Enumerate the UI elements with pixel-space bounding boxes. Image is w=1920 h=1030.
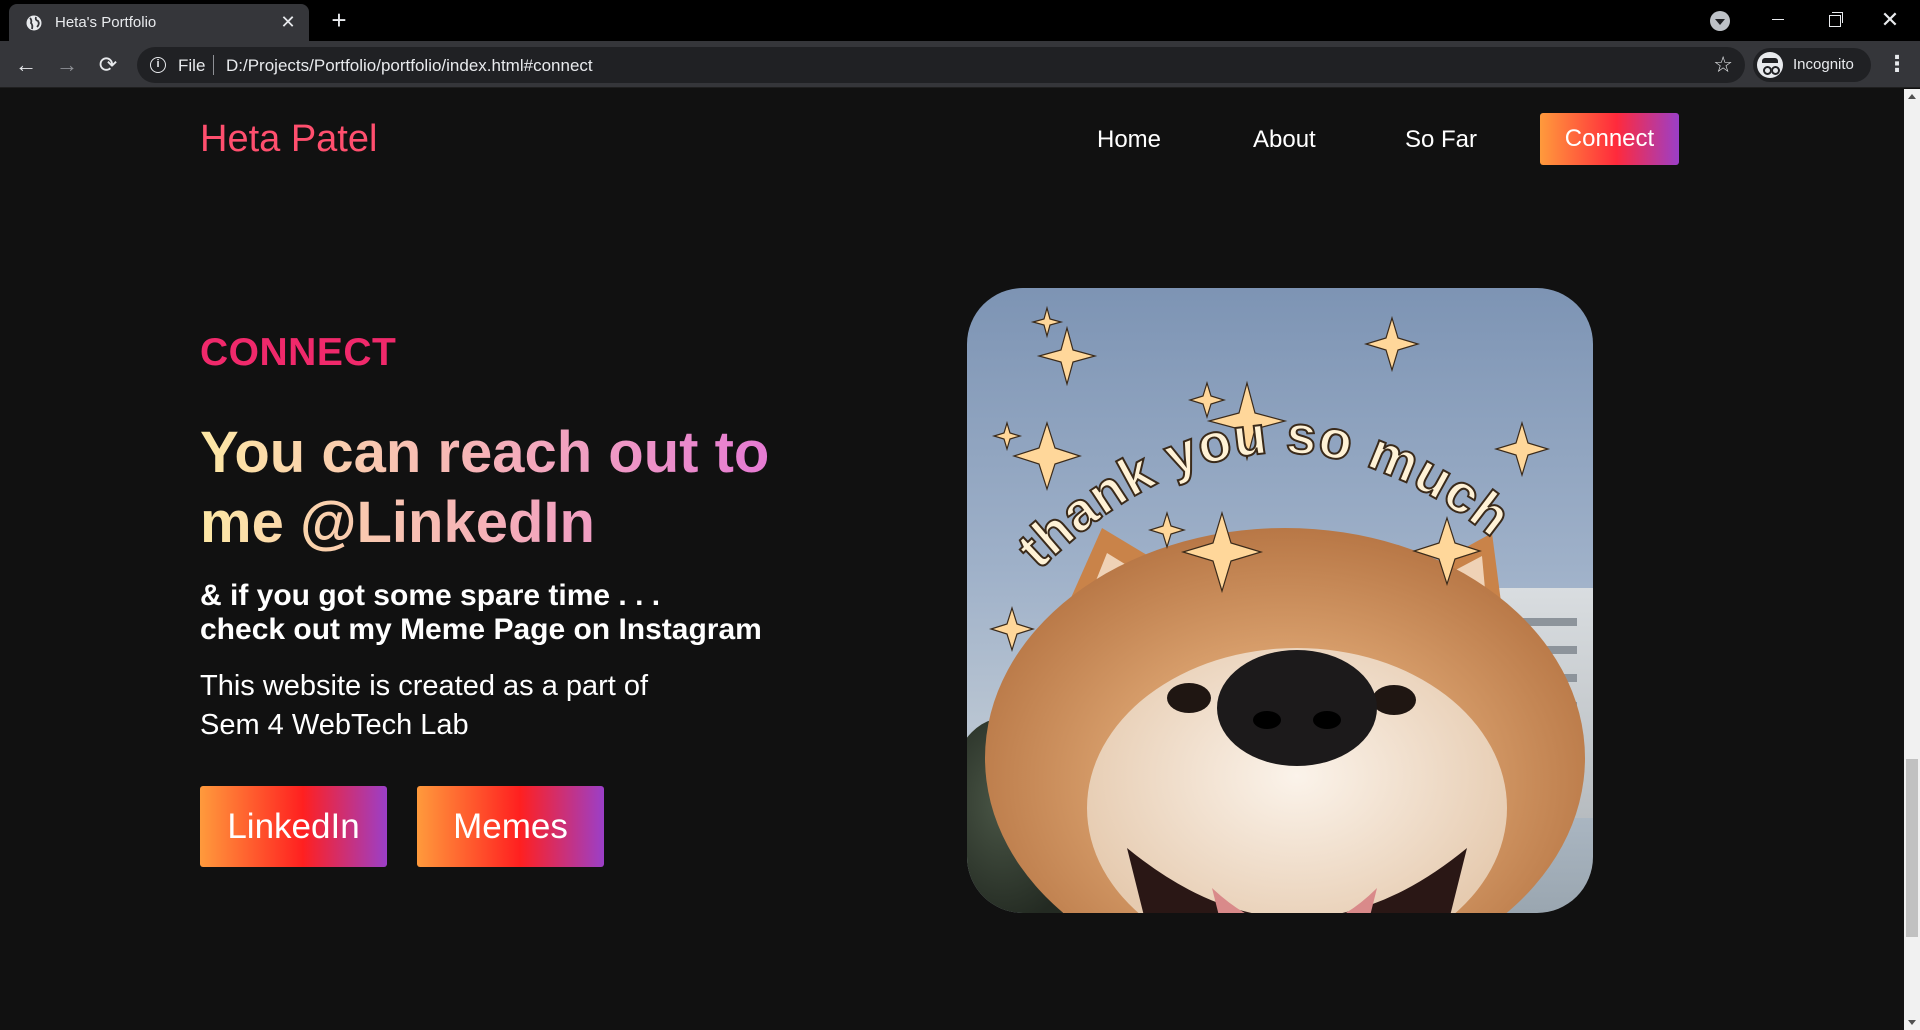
minimize-window-button[interactable] [1750,2,1806,38]
note-line-1: This website is created as a part of [200,670,649,702]
incognito-label: Incognito [1793,56,1854,73]
incognito-badge[interactable]: Incognito [1753,48,1871,82]
site-note: This website is created as a part of Sem… [200,667,648,745]
new-tab-button[interactable]: + [325,7,353,35]
back-arrow-icon[interactable]: ← [13,52,39,78]
close-tab-icon[interactable]: ✕ [277,11,299,33]
forward-arrow-icon[interactable]: → [54,52,80,78]
browser-tab[interactable]: Heta's Portfolio ✕ [9,4,309,41]
site-brand[interactable]: Heta Patel [200,118,377,161]
reload-icon[interactable]: ⟳ [95,52,121,78]
section-eyebrow: CONNECT [200,331,397,374]
address-bar[interactable]: i File D:/Projects/Portfolio/portfolio/i… [137,47,1745,83]
page-scrollbar[interactable] [1904,89,1920,1030]
note-line-2: Sem 4 WebTech Lab [200,709,469,741]
url-divider [213,55,214,75]
page-viewport: Heta Patel Home About So Far Connect CON… [0,89,1904,1030]
connect-subtext: & if you got some spare time . . . check… [200,579,762,647]
subtext-line-1: & if you got some spare time . . . [200,579,661,612]
scroll-down-arrow-icon[interactable] [1908,1020,1916,1025]
linkedin-button[interactable]: LinkedIn [200,786,387,867]
subtext-line-2: check out my Meme Page on Instagram [200,613,762,646]
restore-window-button[interactable] [1806,2,1862,38]
url-scheme-label: File [178,56,206,75]
shiba-dog-illustration: thank you so much [985,305,1585,913]
connect-headline: You can reach out to me @LinkedIn [200,418,820,558]
thank-you-meme-image: thank you so much [967,288,1593,913]
site-info-icon[interactable]: i [150,57,166,73]
tab-search-icon[interactable] [1710,11,1730,31]
incognito-icon [1757,52,1783,78]
memes-button[interactable]: Memes [417,786,604,867]
browser-menu-icon[interactable]: ⋮ [1886,53,1908,77]
nav-so-far-link[interactable]: So Far [1405,126,1477,154]
url-text[interactable]: D:/Projects/Portfolio/portfolio/index.ht… [226,56,593,76]
tab-title: Heta's Portfolio [55,14,157,31]
bookmark-star-icon[interactable]: ☆ [1713,52,1733,78]
scroll-up-arrow-icon[interactable] [1908,94,1916,99]
nav-connect-button[interactable]: Connect [1540,113,1679,165]
close-window-button[interactable]: ✕ [1862,2,1918,38]
nav-about-link[interactable]: About [1253,126,1316,154]
scroll-thumb[interactable] [1906,759,1918,937]
browser-tab-bar: Heta's Portfolio ✕ + ✕ [0,0,1920,41]
globe-icon [26,15,42,31]
nav-home-link[interactable]: Home [1097,126,1161,154]
browser-toolbar: ← → ⟳ i File D:/Projects/Portfolio/portf… [0,41,1920,88]
